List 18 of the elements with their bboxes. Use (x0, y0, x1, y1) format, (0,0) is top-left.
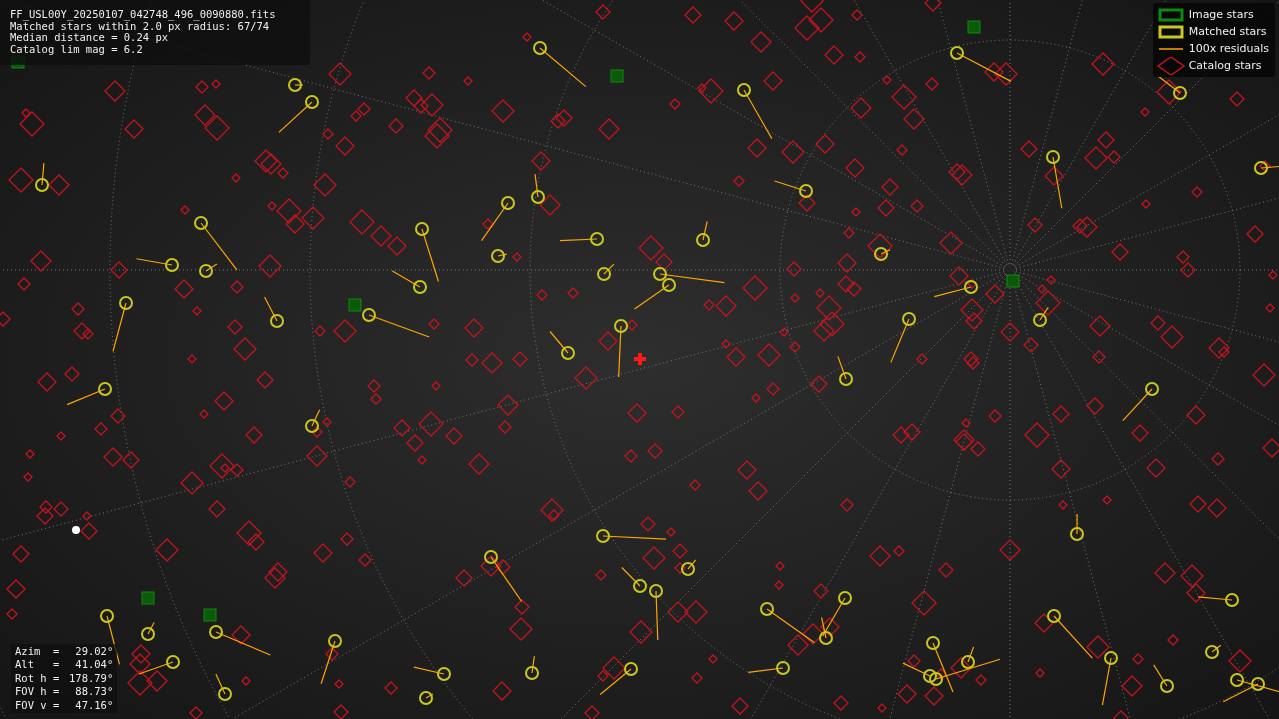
parameter-label: Azim = (15, 645, 60, 657)
parameter-label: Rot h = (15, 672, 60, 684)
legend-label: Image stars (1188, 8, 1254, 21)
parameter-value: 88.73° (74, 686, 114, 698)
parameter-value: 41.04° (74, 659, 114, 671)
parameter-value: 29.02° (74, 645, 114, 657)
legend-label: Catalog stars (1188, 59, 1262, 72)
legend-label: 100x residuals (1188, 42, 1269, 55)
legend-label: Matched stars (1188, 25, 1267, 38)
parameter-label: Alt = (15, 659, 60, 671)
parameter-value: 47.16° (74, 699, 114, 711)
parameter-label: FOV h = (15, 686, 60, 698)
parameter-value: 178.79° (68, 672, 114, 684)
parameter-label: FOV v = (15, 699, 60, 711)
info-text: Median distance = 0.24 px (10, 32, 169, 44)
info-text: Catalog lim mag = 6.2 (10, 43, 144, 55)
info-text: FF_USL00Y_20250107_042748_496_0090880.fits (10, 9, 277, 21)
info-text: Matched stars within 2.0 px radius: 67/74 (10, 20, 270, 32)
